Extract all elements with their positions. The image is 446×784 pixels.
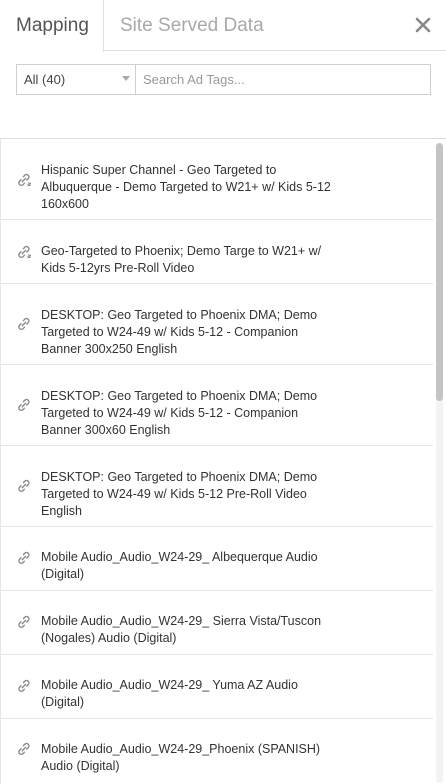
link-icon: [16, 741, 32, 757]
list-item-label: DESKTOP: Geo Targeted to Phoenix DMA; De…: [41, 308, 318, 356]
search-input[interactable]: [137, 65, 430, 94]
list-item[interactable]: Mobile Audio_Audio_W24-29_ Sierra Vista/…: [1, 591, 433, 655]
scrollbar-thumb[interactable]: [436, 143, 443, 401]
filter-bar: All (40): [16, 64, 431, 95]
list-item[interactable]: Mobile Audio_Audio_W24-29_ Yuma AZ Audio…: [1, 655, 433, 719]
tab-mapping[interactable]: Mapping: [0, 0, 104, 52]
link-icon: [16, 397, 32, 413]
list-item-label: DESKTOP: Geo Targeted to Phoenix DMA; De…: [41, 389, 318, 437]
filter-select[interactable]: All (40): [17, 65, 136, 94]
filter-select-value: All (40): [24, 72, 66, 87]
tab-site-served-data[interactable]: Site Served Data: [120, 0, 264, 51]
list-item[interactable]: DESKTOP: Geo Targeted to Phoenix DMA; De…: [1, 365, 433, 446]
list-item-label: Geo-Targeted to Phoenix; Demo Targe to W…: [41, 244, 322, 275]
tab-bar: Mapping Site Served Data: [0, 0, 446, 52]
close-icon[interactable]: [412, 14, 434, 36]
list-item-label: Mobile Audio_Audio_W24-29_Phoenix (SPANI…: [41, 742, 321, 773]
list-item[interactable]: Hispanic Super Channel - Geo Targeted to…: [1, 139, 433, 220]
list-item-label: Hispanic Super Channel - Geo Targeted to…: [41, 163, 331, 211]
link-icon: [16, 614, 32, 630]
list-item-label: Mobile Audio_Audio_W24-29_ Albequerque A…: [41, 550, 318, 581]
list-scrollbar[interactable]: [436, 143, 443, 783]
link-icon: [16, 478, 32, 494]
list-item[interactable]: DESKTOP: Geo Targeted to Phoenix DMA; De…: [1, 284, 433, 365]
list-item-label: DESKTOP: Geo Targeted to Phoenix DMA; De…: [41, 470, 318, 518]
link-icon: [16, 678, 32, 694]
link-icon: [16, 550, 32, 566]
list-item-label: Mobile Audio_Audio_W24-29_ Sierra Vista/…: [41, 614, 322, 645]
link-icon: [16, 316, 32, 332]
ad-tag-list: Hispanic Super Channel - Geo Targeted to…: [0, 139, 446, 784]
linked-icon: [16, 244, 32, 260]
chevron-down-icon: [122, 76, 130, 81]
list-item[interactable]: Mobile Audio_Audio_W24-29_ Albequerque A…: [1, 527, 433, 591]
list-item-label: Mobile Audio_Audio_W24-29_ Yuma AZ Audio…: [41, 678, 298, 709]
linked-icon: [16, 172, 32, 188]
list-item[interactable]: DESKTOP: Geo Targeted to Phoenix DMA; De…: [1, 446, 433, 527]
list-item[interactable]: Geo-Targeted to Phoenix; Demo Targe to W…: [1, 220, 433, 284]
list-item[interactable]: Mobile Audio_Audio_W24-29_Phoenix (SPANI…: [1, 719, 433, 784]
